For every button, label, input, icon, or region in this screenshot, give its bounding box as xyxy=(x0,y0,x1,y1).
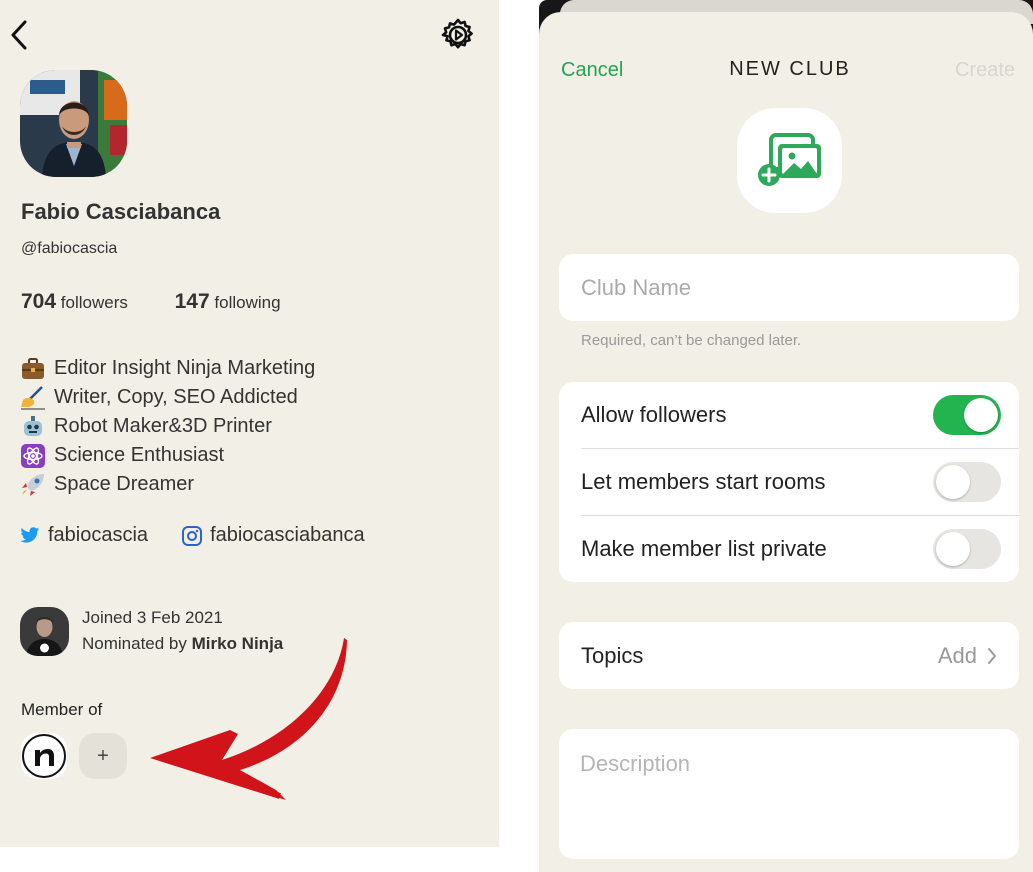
twitter-link[interactable]: fabiocascia xyxy=(20,524,148,547)
add-club-button[interactable]: + xyxy=(79,733,127,779)
atom-emoji-icon xyxy=(20,443,46,468)
nominator-avatar[interactable] xyxy=(20,607,69,656)
bio-text: Editor Insight Ninja Marketing xyxy=(54,357,316,379)
topics-row[interactable]: Topics Add xyxy=(559,622,1019,689)
briefcase-emoji-icon xyxy=(20,357,46,381)
toggle-knob xyxy=(936,532,970,566)
writing-hand-emoji-icon xyxy=(20,385,46,410)
sheet-title: NEW CLUB xyxy=(729,58,851,80)
instagram-icon xyxy=(182,525,203,546)
followers-link[interactable]: 704 followers xyxy=(21,290,128,314)
instagram-handle: fabiocasciabanca xyxy=(210,524,365,546)
private-member-list-toggle[interactable] xyxy=(933,529,1001,569)
club-settings-group: Allow followers Let members start rooms … xyxy=(559,382,1019,582)
rocket-emoji-icon xyxy=(20,473,46,497)
topics-add-label: Add xyxy=(937,642,977,668)
add-photo-icon xyxy=(757,132,821,186)
members-start-rooms-toggle[interactable] xyxy=(933,462,1001,502)
create-button[interactable]: Create xyxy=(955,59,1015,82)
bio-line: Space Dreamer xyxy=(20,470,315,499)
red-arrow-annotation xyxy=(150,638,347,800)
bio-line: Writer, Copy, SEO Addicted xyxy=(20,383,315,412)
twitter-bird-icon xyxy=(20,527,40,543)
ninja-club-icon[interactable] xyxy=(21,733,67,779)
setting-allow-followers: Allow followers xyxy=(581,382,1019,448)
back-chevron-icon[interactable] xyxy=(8,18,32,52)
following-count: 147 xyxy=(174,290,210,313)
bio-line: Editor Insight Ninja Marketing xyxy=(20,354,315,383)
twitter-handle: fabiocascia xyxy=(48,524,149,546)
topics-add[interactable]: Add xyxy=(938,643,997,669)
profile-avatar[interactable] xyxy=(20,70,127,177)
followers-count: 704 xyxy=(21,290,57,313)
club-name-helper: Required, can’t be changed later. xyxy=(581,332,802,349)
profile-bio: Editor Insight Ninja Marketing Writer, C… xyxy=(20,354,315,499)
add-photo-button[interactable] xyxy=(737,108,842,213)
profile-handle: @fabiocascia xyxy=(21,240,118,257)
club-name-input[interactable] xyxy=(559,254,1019,321)
instagram-link[interactable]: fabiocasciabanca xyxy=(182,524,365,547)
bio-line: Robot Maker&3D Printer xyxy=(20,412,315,441)
setting-label: Let members start rooms xyxy=(581,469,826,494)
bio-text: Space Dreamer xyxy=(54,473,195,495)
setting-label: Make member list private xyxy=(581,536,827,561)
profile-panel: Fabio Casciabanca @fabiocascia 704 follo… xyxy=(0,0,499,847)
cancel-button[interactable]: Cancel xyxy=(561,59,623,82)
robot-emoji-icon xyxy=(20,415,46,439)
bio-text: Robot Maker&3D Printer xyxy=(54,415,272,437)
followers-label: followers xyxy=(60,293,128,312)
toggle-knob xyxy=(964,398,998,432)
profile-stats: 704 followers 147 following xyxy=(21,290,281,314)
joined-date: Joined 3 Feb 2021 xyxy=(82,608,223,627)
profile-name: Fabio Casciabanca xyxy=(21,199,221,224)
allow-followers-toggle[interactable] xyxy=(933,395,1001,435)
setting-label: Allow followers xyxy=(581,402,727,427)
member-of-label: Member of xyxy=(21,700,103,719)
description-input[interactable] xyxy=(559,729,1019,859)
following-link[interactable]: 147 following xyxy=(175,290,281,314)
social-links: fabiocascia fabiocasciabanca xyxy=(20,524,365,547)
setting-private-member-list: Make member list private xyxy=(581,516,1019,582)
toggle-knob xyxy=(936,465,970,499)
following-label: following xyxy=(214,293,281,312)
settings-gear-icon[interactable] xyxy=(440,17,476,53)
topics-label: Topics xyxy=(581,642,644,668)
bio-line: Science Enthusiast xyxy=(20,441,315,470)
bio-text: Science Enthusiast xyxy=(54,444,225,466)
chevron-right-icon xyxy=(988,647,996,664)
bio-text: Writer, Copy, SEO Addicted xyxy=(54,386,298,408)
setting-members-start-rooms: Let members start rooms xyxy=(581,449,1019,515)
